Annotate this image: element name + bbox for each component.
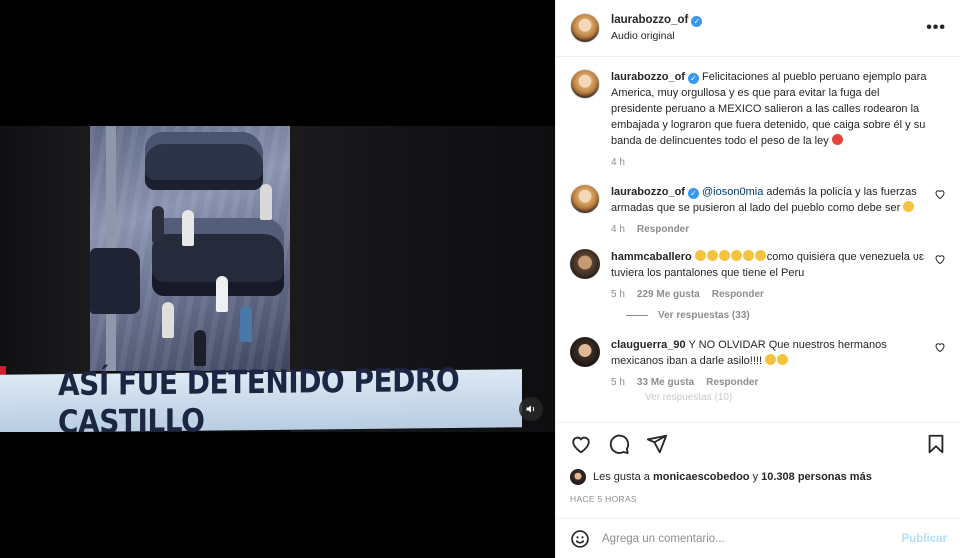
post-side-panel: laurabozzo_of ✓ Audio original ••• laurab… <box>555 0 960 558</box>
comment-icon[interactable] <box>608 433 630 455</box>
verified-icon: ✓ <box>687 188 699 199</box>
like-comment-heart-icon[interactable] <box>934 253 946 265</box>
reply-button[interactable]: Responder <box>637 224 689 235</box>
volume-icon <box>526 405 535 413</box>
comment: laurabozzo_of ✓ @ioson0mia además la poli… <box>570 184 946 235</box>
car-left <box>90 248 140 314</box>
avatar[interactable] <box>570 249 600 279</box>
likes-middle: y <box>752 471 759 483</box>
reply-button[interactable]: Responder <box>712 289 764 300</box>
banner-headline: ASÍ FUE DETENIDO PEDRO CASTILLO <box>58 360 460 432</box>
comment-likes[interactable]: 229 Me gusta <box>637 289 700 300</box>
comment-time[interactable]: 4 h <box>611 224 625 235</box>
comment-body: hammcaballero como quisiera que venezuel… <box>611 249 946 300</box>
avatar[interactable] <box>570 69 600 99</box>
video-street-scene <box>90 126 290 371</box>
caption-time[interactable]: 4 h <box>611 157 625 168</box>
media-pane: ASÍ FUE DETENIDO PEDRO CASTILLO <box>0 0 555 558</box>
person <box>182 210 194 246</box>
likes-count-link[interactable]: 10.308 personas más <box>761 471 872 483</box>
caption-body: laurabozzo_of ✓ Felicitaciones al pueblo … <box>611 69 946 168</box>
comment-input[interactable] <box>602 532 902 545</box>
caption: laurabozzo_of ✓ Felicitaciones al pueblo … <box>570 69 946 168</box>
comments-list[interactable]: laurabozzo_of ✓ Felicitaciones al pueblo … <box>556 57 960 422</box>
comment-username[interactable]: clauguerra_90 <box>611 339 686 351</box>
liker-username[interactable]: monicaescobedoo <box>653 471 750 483</box>
comment-likes[interactable]: 33 Me gusta <box>637 377 694 388</box>
audio-link[interactable]: Audio original <box>611 30 926 42</box>
reply-button[interactable]: Responder <box>706 377 758 388</box>
comment-username[interactable]: laurabozzo_of <box>611 186 685 198</box>
avatar[interactable] <box>570 337 600 367</box>
person <box>152 206 164 242</box>
view-replies-button[interactable]: Ver respuestas (33) <box>626 310 946 321</box>
comment: hammcaballero como quisiera que venezuel… <box>570 249 946 300</box>
more-options-icon[interactable]: ••• <box>926 19 946 37</box>
action-icons <box>570 433 947 455</box>
caption-text: laurabozzo_of ✓ Felicitaciones al pueblo … <box>611 69 928 149</box>
liker-avatar[interactable] <box>570 469 586 485</box>
avatar[interactable] <box>570 13 600 43</box>
person <box>162 302 174 338</box>
comment-body: laurabozzo_of ✓ @ioson0mia además la poli… <box>611 184 946 235</box>
instagram-post-view: ASÍ FUE DETENIDO PEDRO CASTILLO lauraboz… <box>0 0 960 558</box>
comment-meta: 5 h 33 Me gusta Responder <box>611 377 928 388</box>
comment-text: clauguerra_90 Y NO OLVIDAR Que nuestros … <box>611 337 928 369</box>
view-replies-partial[interactable]: Ver respuestas (10) <box>645 392 946 403</box>
comment-time[interactable]: 5 h <box>611 289 625 300</box>
comment: clauguerra_90 Y NO OLVIDAR Que nuestros … <box>570 337 946 388</box>
caption-meta: 4 h <box>611 157 928 168</box>
emoji-smiley-icon[interactable] <box>570 529 590 549</box>
person <box>260 184 272 220</box>
person <box>216 276 228 312</box>
comment-meta: 4 h Responder <box>611 224 928 235</box>
header-username[interactable]: laurabozzo_of <box>611 14 688 26</box>
car-top <box>145 132 263 190</box>
clap-emoji-icon <box>706 250 718 261</box>
post-actions: Les gusta a monicaescobedoo y 10.308 per… <box>556 422 960 504</box>
comment-text: laurabozzo_of ✓ @ioson0mia además la poli… <box>611 184 928 216</box>
clap-emoji-icon <box>718 250 730 261</box>
news-banner: ASÍ FUE DETENIDO PEDRO CASTILLO <box>0 361 522 432</box>
avatar[interactable] <box>570 184 600 214</box>
fearful-emoji-icon <box>777 354 789 365</box>
heart-icon[interactable] <box>570 433 592 455</box>
header-text: laurabozzo_of ✓ Audio original <box>611 14 926 42</box>
clap-emoji-icon <box>742 250 754 261</box>
post-header: laurabozzo_of ✓ Audio original ••• <box>556 0 960 57</box>
replies-divider <box>626 315 648 316</box>
comment-mention[interactable]: @ioson0mia <box>702 186 763 198</box>
angry-emoji-icon <box>831 134 843 145</box>
caption-username[interactable]: laurabozzo_of <box>611 71 685 83</box>
verified-icon: ✓ <box>687 73 699 84</box>
publish-button[interactable]: Publicar <box>902 533 947 545</box>
post-timestamp: HACE 5 HORAS <box>570 494 637 504</box>
scream-emoji-icon <box>903 201 915 212</box>
share-icon[interactable] <box>646 433 668 455</box>
like-comment-heart-icon[interactable] <box>934 188 946 200</box>
volume-button[interactable] <box>519 397 543 421</box>
view-replies-label: Ver respuestas (33) <box>658 310 750 321</box>
like-comment-heart-icon[interactable] <box>934 341 946 353</box>
add-comment-bar: Publicar <box>556 518 960 558</box>
verified-icon: ✓ <box>691 16 703 27</box>
comment-meta: 5 h 229 Me gusta Responder <box>611 289 928 300</box>
person <box>194 330 206 366</box>
comment-time[interactable]: 5 h <box>611 377 625 388</box>
clap-emoji-icon <box>694 250 706 261</box>
comment-body: clauguerra_90 Y NO OLVIDAR Que nuestros … <box>611 337 946 388</box>
sad-emoji-icon <box>754 250 766 261</box>
person <box>240 306 252 342</box>
video-player[interactable]: ASÍ FUE DETENIDO PEDRO CASTILLO <box>0 126 555 432</box>
comment-username[interactable]: hammcaballero <box>611 251 692 263</box>
likes-summary: Les gusta a monicaescobedoo y 10.308 per… <box>570 469 947 485</box>
likes-prefix: Les gusta a <box>593 471 650 483</box>
sad-emoji-icon <box>765 354 777 365</box>
clap-emoji-icon <box>730 250 742 261</box>
comment-text: hammcaballero como quisiera que venezuel… <box>611 249 928 281</box>
bookmark-icon[interactable] <box>925 433 947 455</box>
